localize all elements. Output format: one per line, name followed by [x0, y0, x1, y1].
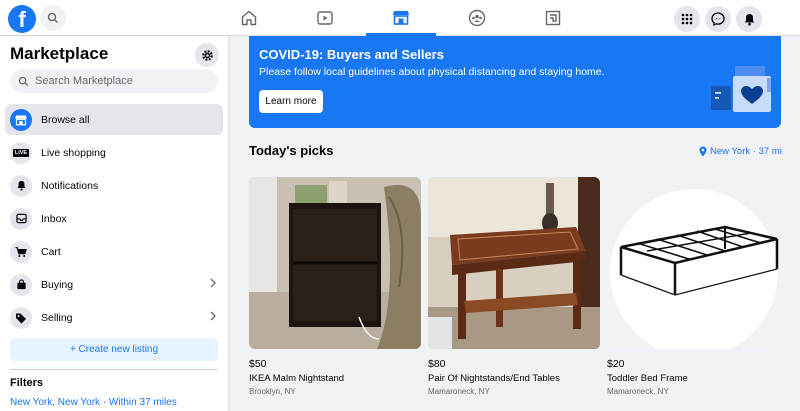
top-navigation-bar: f: [0, 0, 800, 36]
listing-photo-bed-frame[interactable]: [607, 177, 779, 349]
listing-price: $20: [607, 358, 625, 370]
sidebar-item-label: Inbox: [41, 212, 67, 225]
tab-marketplace[interactable]: [366, 0, 436, 36]
listing-location: Mamaroneck, NY: [428, 387, 490, 396]
tag-icon: [10, 306, 32, 329]
learn-more-button[interactable]: Learn more: [259, 90, 323, 113]
sidebar-item-cart[interactable]: Cart: [5, 236, 223, 267]
filters-location-link[interactable]: New York, New York · Within 37 miles: [10, 397, 177, 408]
tab-groups[interactable]: [442, 0, 512, 36]
tab-gaming[interactable]: [518, 0, 588, 36]
storefront-icon: [10, 108, 32, 131]
sidebar-item-notifications[interactable]: Notifications: [5, 170, 223, 201]
sidebar-item-buying[interactable]: Buying: [5, 269, 223, 300]
listing-photo-nightstand[interactable]: [249, 177, 421, 349]
sidebar-item-selling[interactable]: Selling: [5, 302, 223, 333]
section-title: Today's picks: [249, 143, 334, 158]
listing-card[interactable]: $20 Toddler Bed Frame Mamaroneck, NY: [607, 177, 779, 396]
sidebar-item-browse-all[interactable]: Browse all: [5, 104, 223, 135]
cart-icon: [10, 240, 32, 263]
listing-location: Mamaroneck, NY: [607, 387, 669, 396]
sidebar-item-label: Buying: [41, 278, 74, 291]
search-marketplace-input[interactable]: [35, 75, 205, 87]
listing-title: Toddler Bed Frame: [607, 373, 688, 384]
sidebar-item-label: Selling: [41, 311, 73, 324]
tab-home[interactable]: [214, 0, 284, 36]
tab-watch[interactable]: [290, 0, 360, 36]
create-new-listing-button[interactable]: + Create new listing: [10, 338, 218, 361]
home-icon: [241, 10, 257, 26]
sidebar-item-inbox[interactable]: Inbox: [5, 203, 223, 234]
filters-heading: Filters: [10, 377, 44, 389]
search-icon: [47, 12, 58, 23]
groups-icon: [468, 9, 486, 27]
listing-photo-end-table[interactable]: [428, 177, 600, 349]
chevron-right-icon: [210, 311, 216, 321]
sidebar-item-label: Live shopping: [41, 146, 106, 159]
messenger-icon: [711, 12, 725, 26]
location-label: New York · 37 mi: [710, 146, 782, 157]
listing-price: $80: [428, 358, 446, 370]
sidebar-item-live-shopping[interactable]: LIVE Live shopping: [5, 137, 223, 168]
location-filter-link[interactable]: New York · 37 mi: [699, 146, 782, 157]
listing-card[interactable]: $50 IKEA Malm Nightstand Brooklyn, NY: [249, 177, 421, 396]
marketplace-sidebar: Marketplace Browse all LIVE Live shoppin…: [0, 36, 228, 411]
storefront-icon: [393, 10, 409, 25]
search-icon: [18, 76, 29, 86]
listing-title: IKEA Malm Nightstand: [249, 373, 345, 384]
gaming-icon: [545, 10, 561, 26]
bell-icon: [744, 13, 754, 25]
facebook-logo[interactable]: f: [8, 5, 36, 33]
live-badge: LIVE: [13, 148, 29, 157]
settings-button[interactable]: [195, 43, 219, 67]
sidebar-item-label: Browse all: [41, 113, 90, 126]
marketplace-search[interactable]: [10, 69, 218, 93]
shopping-bag-icon: [10, 273, 32, 296]
menu-button[interactable]: [674, 6, 700, 32]
bell-icon: [10, 174, 32, 197]
sidebar-title: Marketplace: [10, 44, 109, 63]
location-pin-icon: [699, 146, 707, 157]
inbox-icon: [10, 207, 32, 230]
banner-text: Please follow local guidelines about phy…: [259, 66, 605, 78]
listing-location: Brooklyn, NY: [249, 387, 296, 396]
listing-card[interactable]: $80 Pair Of Nightstands/End Tables Mamar…: [428, 177, 600, 396]
watch-icon: [317, 11, 333, 25]
sidebar-item-label: Cart: [41, 245, 61, 258]
listing-price: $50: [249, 358, 267, 370]
gear-icon: [201, 49, 213, 61]
live-icon: LIVE: [10, 141, 32, 164]
sidebar-divider: [10, 369, 218, 370]
sidebar-item-label: Notifications: [41, 179, 99, 192]
banner-title: COVID-19: Buyers and Sellers: [259, 47, 444, 62]
shopping-heart-illustration-icon: [711, 66, 771, 112]
covid-banner: COVID-19: Buyers and Sellers Please foll…: [249, 36, 781, 128]
listing-title: Pair Of Nightstands/End Tables: [428, 373, 560, 384]
grid-menu-icon: [681, 13, 693, 25]
chevron-right-icon: [210, 278, 216, 288]
messenger-button[interactable]: [705, 6, 731, 32]
search-button[interactable]: [40, 5, 66, 31]
notifications-button[interactable]: [736, 6, 762, 32]
